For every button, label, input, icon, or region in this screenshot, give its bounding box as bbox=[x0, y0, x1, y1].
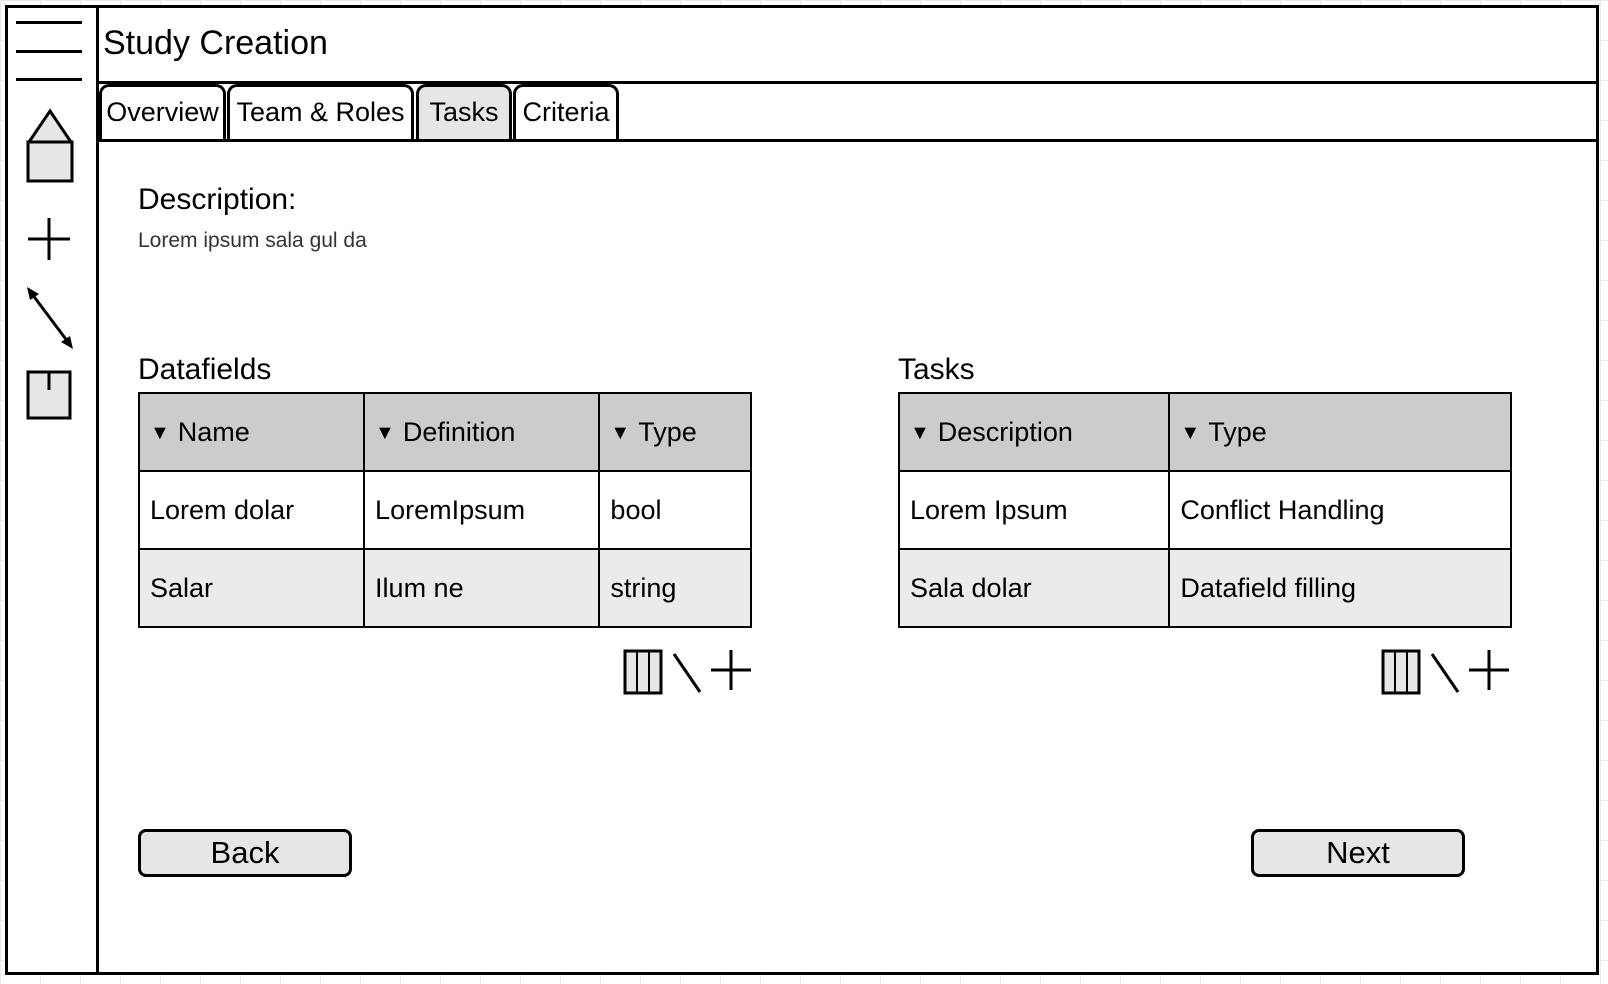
columns-icon[interactable] bbox=[1380, 648, 1424, 696]
table-row[interactable]: Lorem Ipsum Conflict Handling bbox=[897, 470, 1512, 550]
column-header-label: Type bbox=[638, 416, 697, 447]
table-cell: Conflict Handling bbox=[1168, 470, 1512, 550]
column-header-type[interactable]: ▼ Type bbox=[1168, 392, 1512, 472]
next-button[interactable]: Next bbox=[1251, 829, 1465, 877]
column-header-label: Definition bbox=[402, 416, 516, 447]
add-icon[interactable] bbox=[709, 648, 753, 692]
sort-down-icon: ▼ bbox=[375, 421, 395, 444]
page-title: Study Creation bbox=[103, 24, 328, 62]
table-cell: string bbox=[598, 548, 752, 628]
title-bar: Study Creation bbox=[99, 8, 1596, 84]
column-header-definition[interactable]: ▼ Definition bbox=[363, 392, 601, 472]
edit-icon[interactable] bbox=[670, 650, 704, 696]
table-row[interactable]: Lorem dolar LoremIpsum bool bbox=[137, 470, 752, 550]
datafields-table: ▼ Name ▼ Definition ▼ Type Lorem dolar Lore… bbox=[137, 392, 752, 628]
column-header-label: Type bbox=[1208, 416, 1267, 447]
sort-down-icon: ▼ bbox=[910, 421, 930, 444]
description-text: Lorem ipsum sala gul da bbox=[138, 229, 367, 252]
column-header-name[interactable]: ▼ Name bbox=[137, 392, 366, 472]
column-header-description[interactable]: ▼ Description bbox=[897, 392, 1171, 472]
tab-criteria[interactable]: Criteria bbox=[513, 84, 619, 139]
table-header-row: ▼ Name ▼ Definition ▼ Type bbox=[137, 392, 752, 472]
table-cell: bool bbox=[598, 470, 752, 550]
table-row[interactable]: Salar Ilum ne string bbox=[137, 548, 752, 628]
table-cell: LoremIpsum bbox=[363, 470, 601, 550]
column-header-label: Name bbox=[177, 416, 250, 447]
description-label: Description: bbox=[138, 183, 297, 216]
sidebar bbox=[8, 8, 99, 972]
table-cell: Ilum ne bbox=[363, 548, 601, 628]
tasks-table: ▼ Description ▼ Type Lorem Ipsum Conflict … bbox=[897, 392, 1512, 628]
add-icon[interactable] bbox=[1467, 648, 1511, 692]
table-cell: Salar bbox=[137, 548, 366, 628]
sort-down-icon: ▼ bbox=[150, 421, 170, 444]
resize-arrow-icon[interactable] bbox=[24, 286, 76, 350]
table-cell: Lorem Ipsum bbox=[897, 470, 1171, 550]
add-icon[interactable] bbox=[26, 216, 72, 262]
tab-bar: Overview Team & Roles Tasks Criteria bbox=[99, 84, 1596, 142]
tab-team-roles[interactable]: Team & Roles bbox=[227, 84, 414, 139]
app-window: Study Creation Overview Team & Roles Tas… bbox=[5, 5, 1599, 975]
table-row[interactable]: Sala dolar Datafield filling bbox=[897, 548, 1512, 628]
edit-icon[interactable] bbox=[1428, 650, 1462, 696]
table-cell: Datafield filling bbox=[1168, 548, 1512, 628]
sort-down-icon: ▼ bbox=[1180, 421, 1201, 444]
sort-down-icon: ▼ bbox=[610, 421, 631, 444]
menu-icon[interactable] bbox=[16, 16, 84, 81]
tab-tasks[interactable]: Tasks bbox=[416, 84, 512, 139]
home-icon[interactable] bbox=[24, 108, 76, 184]
tasks-title: Tasks bbox=[898, 353, 975, 386]
datafields-title: Datafields bbox=[138, 353, 272, 386]
back-button[interactable]: Back bbox=[138, 829, 352, 877]
column-header-type[interactable]: ▼ Type bbox=[598, 392, 752, 472]
document-icon[interactable] bbox=[24, 368, 74, 422]
tab-overview[interactable]: Overview bbox=[99, 84, 226, 139]
table-cell: Sala dolar bbox=[897, 548, 1171, 628]
column-header-label: Description bbox=[937, 416, 1073, 447]
table-header-row: ▼ Description ▼ Type bbox=[897, 392, 1512, 472]
columns-icon[interactable] bbox=[622, 648, 666, 696]
table-cell: Lorem dolar bbox=[137, 470, 366, 550]
